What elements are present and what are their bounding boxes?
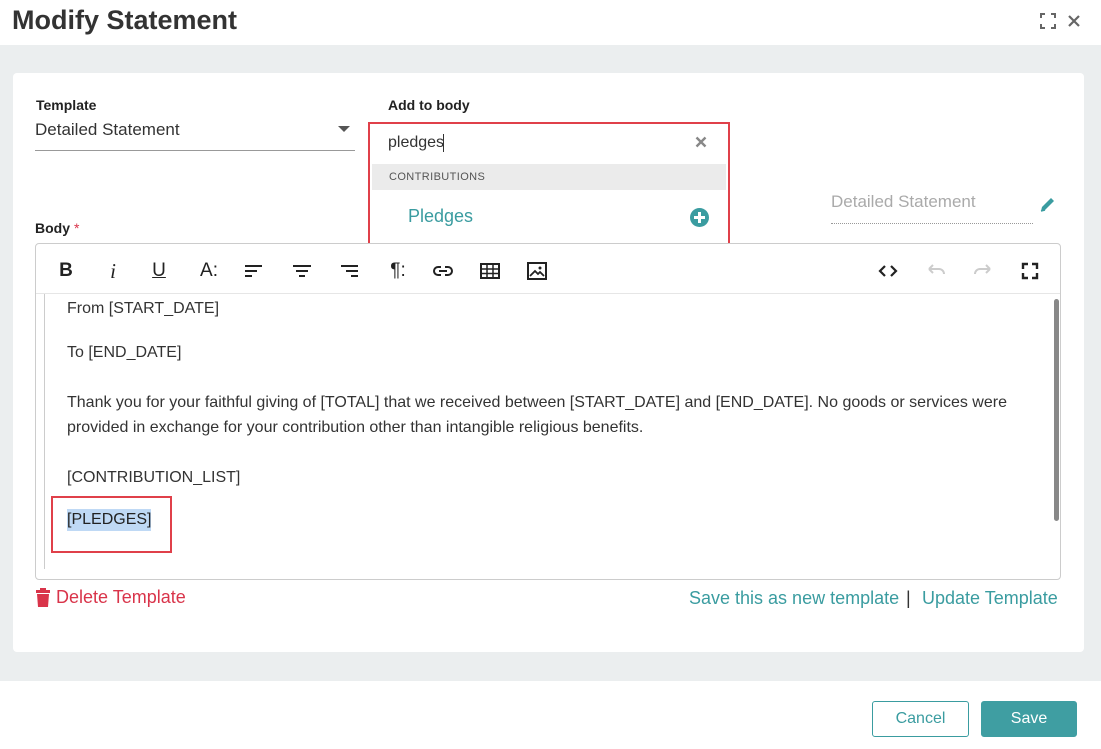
statement-name-field[interactable]: Detailed Statement <box>831 190 1033 224</box>
code-view-icon[interactable] <box>877 260 899 282</box>
editor-scrollbar[interactable] <box>1054 299 1059 521</box>
dropdown-option-pledges[interactable]: Pledges <box>372 192 726 244</box>
italic-button[interactable]: i <box>102 259 124 283</box>
add-to-body-search: CONTRIBUTIONS Pledges <box>368 122 730 250</box>
option-label: Pledges <box>408 206 474 226</box>
dialog-header: Modify Statement <box>0 0 1101 45</box>
save-button[interactable]: Save <box>981 701 1077 737</box>
body-paragraph: [CONTRIBUTION_LIST] <box>67 469 241 486</box>
redo-icon[interactable] <box>972 260 994 282</box>
undo-icon[interactable] <box>925 260 947 282</box>
save-new-template-link[interactable]: Save this as new template <box>689 588 899 609</box>
delete-template-label: Delete Template <box>56 587 186 607</box>
cancel-button[interactable]: Cancel <box>872 701 969 737</box>
add-circle-icon[interactable] <box>690 208 709 227</box>
editor-content[interactable]: From [START_DATE] To [END_DATE] Thank yo… <box>44 294 1054 569</box>
underline-button[interactable]: U <box>148 260 170 282</box>
delete-template-link[interactable]: Delete Template <box>35 587 186 608</box>
dialog-title: Modify Statement <box>12 5 238 35</box>
group-header-label: CONTRIBUTIONS <box>389 171 486 183</box>
add-to-body-input[interactable] <box>388 132 678 154</box>
rich-text-editor: B i U A: ¶: From [START_DATE] To [END_DA… <box>35 243 1061 580</box>
body-paragraph: Thank you for your faithful giving of [T… <box>67 394 1007 436</box>
add-to-body-label: Add to body <box>388 97 470 113</box>
body-paragraph: To [END_DATE] <box>67 344 182 361</box>
table-icon[interactable] <box>479 260 501 282</box>
editor-toolbar: B i U A: ¶: <box>36 244 1060 294</box>
bold-button[interactable]: B <box>55 260 77 282</box>
template-value: Detailed Statement <box>35 120 180 139</box>
font-size-button[interactable]: A: <box>196 260 222 282</box>
close-icon[interactable] <box>1065 12 1083 30</box>
clear-icon[interactable] <box>694 135 708 149</box>
link-icon[interactable] <box>432 260 454 282</box>
body-paragraph: From [START_DATE] <box>67 300 220 317</box>
link-separator: | <box>906 588 911 608</box>
fullscreen-icon[interactable] <box>1019 260 1041 282</box>
selected-token: [PLEDGES] <box>67 509 152 531</box>
trash-icon <box>35 588 51 607</box>
statement-name-text: Detailed Statement <box>831 192 976 211</box>
image-icon[interactable] <box>526 260 548 282</box>
template-select[interactable]: Detailed Statement <box>35 118 355 151</box>
body-label: Body * <box>35 220 79 236</box>
paragraph-format-button[interactable]: ¶: <box>385 260 411 282</box>
expand-icon[interactable] <box>1039 12 1057 30</box>
chevron-down-icon <box>338 126 350 132</box>
align-right-icon[interactable] <box>338 260 360 282</box>
required-mark: * <box>74 220 80 236</box>
template-label: Template <box>36 97 97 113</box>
text-cursor <box>443 134 444 152</box>
dropdown-group-header: CONTRIBUTIONS <box>372 164 726 190</box>
pencil-icon[interactable] <box>1038 195 1057 214</box>
align-center-icon[interactable] <box>291 260 313 282</box>
body-label-text: Body <box>35 220 70 236</box>
update-template-link[interactable]: Update Template <box>922 588 1058 609</box>
align-left-icon[interactable] <box>243 260 265 282</box>
